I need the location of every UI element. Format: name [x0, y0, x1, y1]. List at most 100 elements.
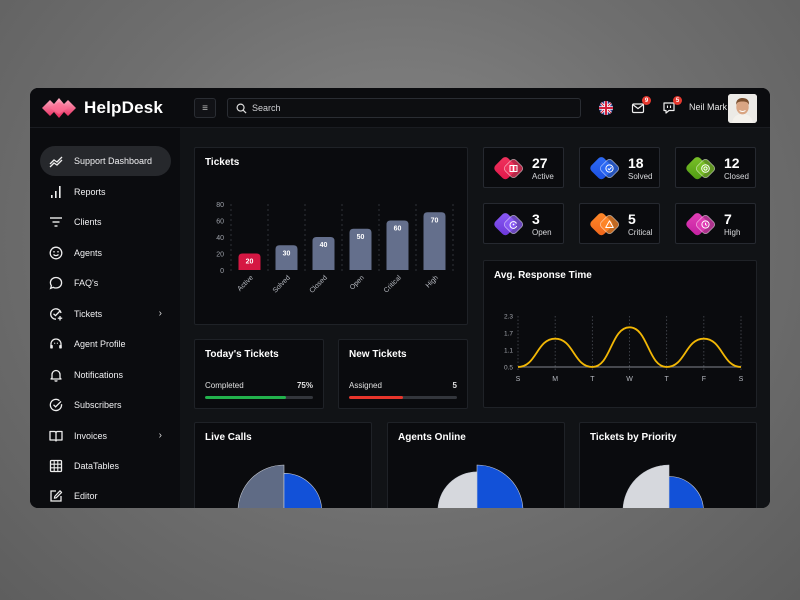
search-bar[interactable] [227, 98, 581, 118]
stat-card-closed[interactable]: 12 Closed [675, 147, 756, 188]
stat-card-critical[interactable]: 5 Critical [579, 203, 660, 244]
stat-card-active[interactable]: 27 Active [483, 147, 564, 188]
x-tick-label: T [665, 376, 670, 383]
main-content: Tickets 0 20 40 60 80 20 Active 30 Solved 40 Close… [180, 128, 770, 508]
completed-row: Completed 75% [205, 381, 313, 390]
bell-icon [50, 369, 62, 382]
sidebar-item-agent-profile[interactable]: Agent Profile [40, 329, 171, 359]
search-input[interactable] [252, 103, 552, 113]
sidebar-item-label: Invoices [74, 431, 108, 441]
response-time-series-line [517, 326, 742, 368]
pie-slice[interactable] [622, 464, 670, 508]
x-tick-label: F [702, 376, 706, 383]
sidebar-item-datatables[interactable]: DataTables [40, 451, 171, 481]
y-tick-label: 1.1 [504, 348, 513, 355]
x-tick-label: T [590, 376, 595, 383]
sidebar-item-support-dashboard[interactable]: Support Dashboard [40, 146, 171, 176]
logo-icon [42, 98, 76, 118]
sidebar-item-clients[interactable]: Clients [40, 207, 171, 237]
user-name[interactable]: Neil Mark [689, 102, 727, 112]
stat-value: 3 [532, 211, 540, 227]
tickets-priority-card: Tickets by Priority [579, 422, 757, 508]
stat-label: Open [532, 228, 552, 237]
stat-card-high[interactable]: 7 High [675, 203, 756, 244]
x-tick-label: Critical [383, 274, 403, 294]
assigned-value: 5 [452, 381, 457, 390]
sidebar-item-tickets[interactable]: Tickets › [40, 299, 171, 329]
tickets-card: Tickets 0 20 40 60 80 20 Active 30 Solved 40 Close… [194, 147, 468, 325]
check-plus-icon [50, 308, 63, 321]
stat-value: 12 [724, 155, 740, 171]
y-tick-label: 80 [216, 202, 224, 209]
sidebar-item-label: Editor [74, 491, 98, 501]
y-tick-label: 2.3 [504, 314, 513, 321]
stat-label: High [724, 228, 741, 237]
refresh-icon [494, 213, 524, 236]
response-time-card: Avg. Response Time 0.5 1.1 1.7 2.3 S M T W T F S [483, 260, 757, 408]
menu-toggle-button[interactable]: ≡ [194, 98, 216, 118]
edit-icon [50, 490, 63, 502]
x-tick-label: M [552, 376, 558, 383]
sidebar-item-faqs[interactable]: FAQ's [40, 268, 171, 298]
chat-bubble-icon [49, 276, 63, 290]
card-title: New Tickets [349, 349, 407, 360]
chevron-right-icon: › [158, 308, 162, 319]
bar-solved[interactable] [275, 245, 298, 270]
x-tick-label: Closed [309, 274, 329, 294]
pie-slice[interactable] [237, 464, 285, 508]
y-tick-label: 60 [216, 219, 224, 226]
todays-tickets-card: Today's Tickets Completed 75% [194, 339, 324, 409]
bar-value-label: 50 [357, 234, 365, 241]
filter-icon [50, 217, 62, 227]
pie-slice[interactable] [437, 471, 478, 508]
y-tick-label: 20 [216, 252, 224, 259]
completed-progress-bar [205, 396, 313, 399]
sidebar-item-agents[interactable]: Agents [40, 238, 171, 268]
live-calls-pie-chart [237, 464, 322, 508]
pie-slice[interactable] [476, 464, 524, 508]
clock-icon [686, 213, 716, 236]
uk-flag-icon [599, 101, 613, 115]
sidebar-item-subscribers[interactable]: Subscribers [40, 390, 171, 420]
headset-icon [50, 338, 62, 349]
sidebar-item-label: FAQ's [74, 278, 99, 288]
mail-button[interactable]: 9 [631, 96, 651, 115]
sidebar-item-editor[interactable]: Editor [40, 481, 171, 508]
bar-value-label: 20 [246, 259, 254, 266]
target-icon [686, 157, 716, 180]
user-avatar-image [728, 94, 757, 123]
sidebar-item-invoices[interactable]: Invoices › [40, 421, 171, 451]
warning-icon [590, 213, 620, 236]
chat-button[interactable]: 5 [662, 96, 682, 115]
avatar[interactable] [728, 94, 757, 123]
card-title: Today's Tickets [205, 349, 279, 360]
stat-card-solved[interactable]: 18 Solved [579, 147, 660, 188]
x-tick-label: Active [236, 274, 255, 293]
bar-value-label: 30 [283, 250, 291, 257]
sidebar-item-label: Clients [74, 217, 102, 227]
x-tick-label: W [626, 376, 633, 383]
sidebar-item-label: Agent Profile [74, 339, 126, 349]
stat-value: 5 [628, 211, 636, 227]
logo[interactable]: HelpDesk [40, 96, 163, 120]
sidebar-item-reports[interactable]: Reports [40, 177, 171, 207]
stat-card-open[interactable]: 3 Open [483, 203, 564, 244]
sidebar-item-notifications[interactable]: Notifications [40, 360, 171, 390]
completed-label: Completed [205, 381, 244, 390]
check-icon [590, 157, 620, 180]
stat-value: 7 [724, 211, 732, 227]
assigned-progress-fill [349, 396, 403, 399]
book-icon [494, 157, 524, 180]
assigned-label: Assigned [349, 381, 382, 390]
bar-value-label: 70 [431, 217, 439, 224]
response-time-line-chart: 0.5 1.1 1.7 2.3 S M T W T F S [504, 314, 744, 384]
sidebar-item-label: Support Dashboard [74, 156, 153, 166]
pie-slice[interactable] [283, 472, 322, 508]
chat-badge: 5 [673, 96, 682, 105]
sidebar-item-label: Notifications [74, 370, 124, 380]
sidebar-item-label: Subscribers [74, 400, 122, 410]
search-icon [236, 103, 247, 114]
y-tick-label: 1.7 [504, 331, 513, 338]
pie-slice[interactable] [668, 476, 704, 509]
language-selector[interactable] [599, 101, 613, 115]
